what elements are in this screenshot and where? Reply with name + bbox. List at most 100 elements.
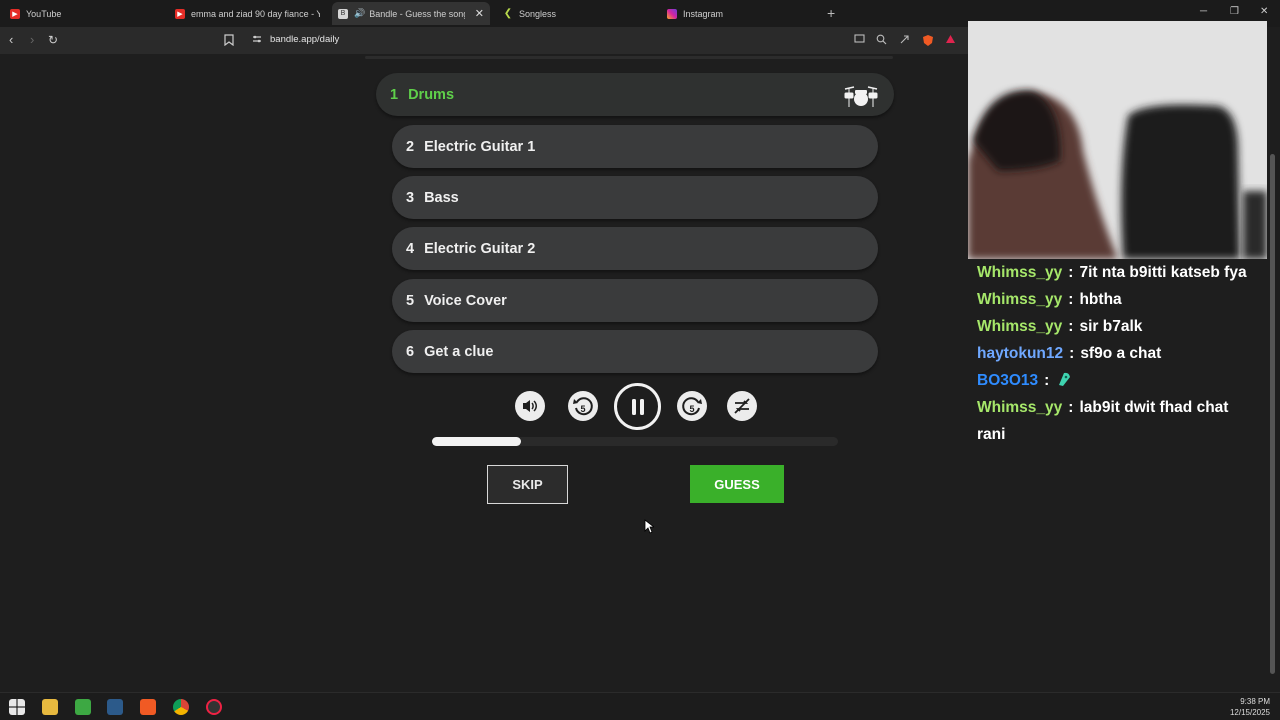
share-icon[interactable]: [899, 34, 911, 46]
tab-youtube[interactable]: ▶ YouTube: [10, 4, 160, 23]
chat-colon: :: [1068, 399, 1074, 416]
webcam-overlay: [968, 21, 1267, 259]
chrome-icon[interactable]: [173, 699, 189, 715]
chat-text: sir b7alk: [1079, 318, 1143, 335]
track-label: Electric Guitar 2: [424, 240, 536, 257]
loop-toggle-button[interactable]: [727, 391, 757, 421]
windows-start-icon[interactable]: [9, 699, 25, 715]
volume-button[interactable]: [515, 391, 545, 421]
youtube-icon: ▶: [175, 8, 185, 19]
chat-username: Whimss_yy: [977, 399, 1063, 416]
forward-seconds: 5: [689, 404, 694, 414]
track-get-a-clue[interactable]: 6 Get a clue: [392, 330, 878, 373]
chat-username: haytokun12: [977, 345, 1064, 362]
system-clock[interactable]: 9:38 PM 12/15/2025: [1230, 696, 1270, 718]
app-green-icon[interactable]: [75, 699, 91, 715]
back-icon[interactable]: ‹: [9, 32, 13, 47]
skip-button[interactable]: SKIP: [487, 465, 568, 504]
navigation-bar: ‹ › ↻ bandle.app/daily: [0, 27, 968, 54]
chat-message-list: Whimss_yy:7it nta b9itti katseb fya Whim…: [977, 259, 1258, 448]
new-tab-icon[interactable]: +: [827, 5, 835, 21]
track-label: Get a clue: [424, 343, 494, 360]
webcam-image: [968, 21, 1267, 259]
speaker-icon: 🔊: [354, 8, 366, 18]
track-number: 5: [406, 292, 415, 309]
chat-colon: :: [1068, 318, 1074, 335]
brave-rewards-icon[interactable]: [945, 34, 957, 46]
brave-shields-icon[interactable]: [922, 34, 936, 46]
chat-colon: :: [1068, 264, 1074, 281]
tab-title: Songless: [519, 8, 557, 19]
track-label: Electric Guitar 1: [424, 138, 536, 155]
brave-browser-icon[interactable]: [140, 699, 156, 715]
tab-instagram[interactable]: Instagram: [667, 4, 817, 23]
chat-text: sf9o a chat: [1080, 345, 1162, 362]
chat-username: BO3O13: [977, 372, 1039, 389]
close-tab-icon[interactable]: ✕: [475, 7, 484, 20]
track-label: Bass: [424, 189, 459, 206]
playback-progress[interactable]: [432, 437, 838, 446]
drums-icon: [844, 86, 878, 107]
playback-progress-fill: [432, 437, 521, 446]
chat-colon: :: [1069, 345, 1075, 362]
chat-colon: :: [1044, 372, 1050, 389]
rewind-icon: 5: [573, 397, 593, 416]
speaker-icon: [523, 400, 537, 412]
rewind-seconds: 5: [580, 404, 585, 414]
chat-message: Whimss_yy:7it nta b9itti katseb fya: [977, 259, 1258, 286]
chat-username: Whimss_yy: [977, 264, 1063, 281]
tab-songless[interactable]: ❮ Songless: [503, 4, 653, 23]
youtube-icon: ▶: [10, 8, 20, 19]
reload-icon[interactable]: ↻: [48, 33, 58, 47]
guess-button[interactable]: GUESS: [690, 465, 784, 503]
mouse-cursor: [644, 519, 654, 534]
pause-icon: [631, 398, 644, 415]
track-voice-cover[interactable]: 5 Voice Cover: [392, 279, 878, 322]
track-number: 6: [406, 343, 415, 360]
restore-icon[interactable]: ❐: [1230, 6, 1239, 17]
forward-icon[interactable]: ›: [30, 32, 34, 47]
track-electric-guitar-2[interactable]: 4 Electric Guitar 2: [392, 227, 878, 270]
tab-title: Bandle - Guess the song, one instrument …: [369, 8, 465, 19]
minimize-icon[interactable]: ─: [1200, 6, 1207, 17]
cast-icon[interactable]: [854, 34, 866, 46]
app-blue-icon[interactable]: [107, 699, 123, 715]
scrollbar-thumb[interactable]: [1270, 154, 1275, 674]
clock-date: 12/15/2025: [1229, 708, 1270, 717]
close-window-icon[interactable]: ✕: [1260, 6, 1268, 17]
divider: [365, 56, 893, 59]
address-bar[interactable]: bandle.app/daily: [270, 34, 339, 45]
pause-button[interactable]: [614, 383, 661, 430]
tab-bandle[interactable]: B 🔊 Bandle - Guess the song, one instrum…: [332, 2, 490, 25]
rewind-5-button[interactable]: 5: [568, 391, 598, 421]
tab-emma-ziad[interactable]: ▶ emma and ziad 90 day fiance - YouTube: [175, 4, 320, 23]
bookmark-icon[interactable]: [224, 34, 236, 47]
chat-username: Whimss_yy: [977, 291, 1063, 308]
chat-colon: :: [1068, 291, 1074, 308]
songless-icon: ❮: [503, 8, 513, 19]
clock-time: 9:38 PM: [1240, 697, 1270, 706]
bandle-icon: B: [338, 8, 348, 19]
track-label: Voice Cover: [424, 292, 507, 309]
track-bass[interactable]: 3 Bass: [392, 176, 878, 219]
windows-taskbar: 9:38 PM 12/15/2025: [0, 692, 1280, 720]
forward-5-button[interactable]: 5: [677, 391, 707, 421]
track-number: 3: [406, 189, 415, 206]
repeat-off-icon: [734, 398, 750, 414]
bandle-page: 1 Drums 2 Electric Guitar 1 3 Bass 4 Ele…: [0, 54, 968, 690]
track-electric-guitar-1[interactable]: 2 Electric Guitar 1: [392, 125, 878, 168]
chat-message: haytokun12: sf9o a chat: [977, 340, 1258, 367]
file-explorer-icon[interactable]: [42, 699, 58, 715]
track-drums[interactable]: 1 Drums: [376, 73, 894, 116]
site-settings-icon[interactable]: [252, 34, 264, 46]
tab-title: Instagram: [683, 8, 724, 19]
tab-title: emma and ziad 90 day fiance - YouTube: [191, 8, 320, 19]
obs-icon[interactable]: [206, 699, 222, 715]
emote-icon: [1059, 372, 1071, 386]
track-number: 4: [406, 240, 415, 257]
chat-message: Whimss_yy: hbtha: [977, 286, 1258, 313]
zoom-icon[interactable]: [876, 34, 888, 46]
track-number: 2: [406, 138, 415, 155]
forward-icon: 5: [682, 397, 702, 416]
page-scrollbar[interactable]: [1267, 54, 1280, 690]
